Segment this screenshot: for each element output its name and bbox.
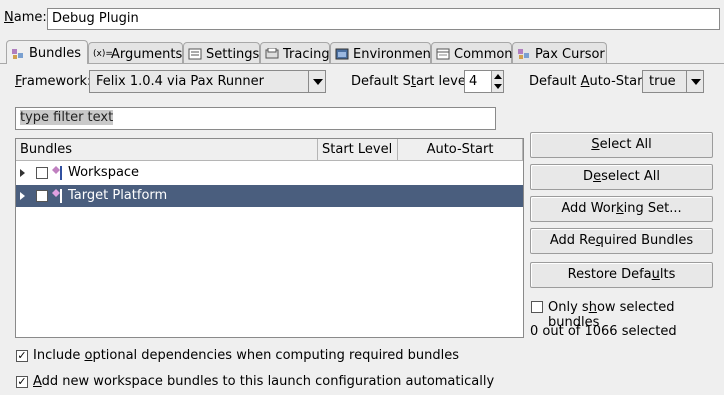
- spinner-arrows-icon[interactable]: [491, 71, 503, 92]
- plugin-icon: [51, 188, 63, 208]
- start-level-value: 4: [469, 74, 478, 89]
- column-header-start-level[interactable]: Start Level: [318, 139, 398, 161]
- table-row[interactable]: Target Platform: [16, 185, 523, 207]
- row-checkbox[interactable]: [36, 190, 48, 202]
- tab-bundles[interactable]: Bundles: [6, 40, 88, 64]
- pax-cursor-icon: [517, 48, 531, 60]
- add-new-workspace-label[interactable]: Add new workspace bundles to this launch…: [33, 374, 494, 389]
- framework-value: Felix 1.0.4 via Pax Runner: [96, 74, 264, 89]
- row-label: Workspace: [68, 165, 140, 180]
- table-row[interactable]: Workspace: [16, 162, 523, 184]
- expand-arrow-icon[interactable]: [20, 192, 25, 200]
- framework-label: Framework:: [15, 74, 92, 89]
- tab-label: Settings: [206, 46, 260, 62]
- framework-combo[interactable]: Felix 1.0.4 via Pax Runner: [89, 70, 326, 93]
- chevron-down-icon[interactable]: [308, 71, 325, 92]
- tab-label: Common: [454, 46, 513, 62]
- arguments-icon: (x)=: [93, 49, 113, 59]
- auto-start-label: Default Auto-Start:: [529, 74, 652, 89]
- bundles-table[interactable]: Bundles Start Level Auto-Start Workspace…: [15, 138, 524, 338]
- include-optional-checkbox[interactable]: ✓: [16, 350, 28, 362]
- tab-label: Tracing: [283, 46, 330, 62]
- filter-placeholder: type filter text: [20, 110, 114, 125]
- filter-input[interactable]: type filter text: [15, 107, 496, 130]
- name-input[interactable]: Debug Plugin: [47, 8, 720, 30]
- row-checkbox[interactable]: [36, 167, 48, 179]
- only-show-selected-checkbox[interactable]: [531, 301, 543, 313]
- selection-count: 0 out of 1066 selected: [530, 324, 677, 339]
- include-optional-label[interactable]: Include optional dependencies when compu…: [33, 348, 459, 363]
- tab-label: Pax Cursor: [535, 46, 605, 62]
- column-header-auto-start[interactable]: Auto-Start: [398, 139, 523, 161]
- add-new-workspace-checkbox[interactable]: ✓: [16, 376, 28, 388]
- tab-pax-cursor[interactable]: Pax Cursor: [512, 42, 607, 63]
- add-required-bundles-button[interactable]: Add Required Bundles: [530, 228, 713, 254]
- select-all-button[interactable]: Select All: [530, 132, 713, 158]
- deselect-all-button[interactable]: Deselect All: [530, 164, 713, 190]
- add-working-set-button[interactable]: Add Working Set...: [530, 196, 713, 222]
- start-level-label: Default Start level:: [351, 74, 474, 89]
- tab-label: Arguments: [111, 46, 183, 62]
- chevron-down-icon[interactable]: [686, 71, 703, 92]
- restore-defaults-button[interactable]: Restore Defaults: [530, 262, 713, 288]
- tab-strip: [0, 63, 724, 64]
- environment-icon: [335, 48, 349, 60]
- tracing-icon: [265, 47, 279, 60]
- expand-arrow-icon[interactable]: [20, 169, 25, 177]
- tab-common[interactable]: Common: [431, 42, 513, 63]
- settings-icon: [188, 48, 202, 60]
- common-icon: [436, 48, 450, 60]
- bundles-icon: [11, 48, 25, 60]
- column-header-bundles[interactable]: Bundles: [16, 139, 318, 161]
- tab-environment[interactable]: Environment: [330, 42, 436, 63]
- start-level-spinner[interactable]: 4: [464, 70, 504, 93]
- plugin-icon: [51, 165, 63, 185]
- name-label: Name:: [4, 10, 47, 25]
- auto-start-combo[interactable]: true: [642, 70, 704, 93]
- tab-settings[interactable]: Settings: [183, 42, 260, 63]
- auto-start-value: true: [649, 74, 676, 89]
- tab-label: Bundles: [29, 46, 82, 61]
- tab-label: Environment: [353, 46, 437, 62]
- tab-tracing[interactable]: Tracing: [260, 42, 330, 63]
- tab-arguments[interactable]: (x)= Arguments: [88, 42, 183, 63]
- row-label: Target Platform: [68, 188, 168, 203]
